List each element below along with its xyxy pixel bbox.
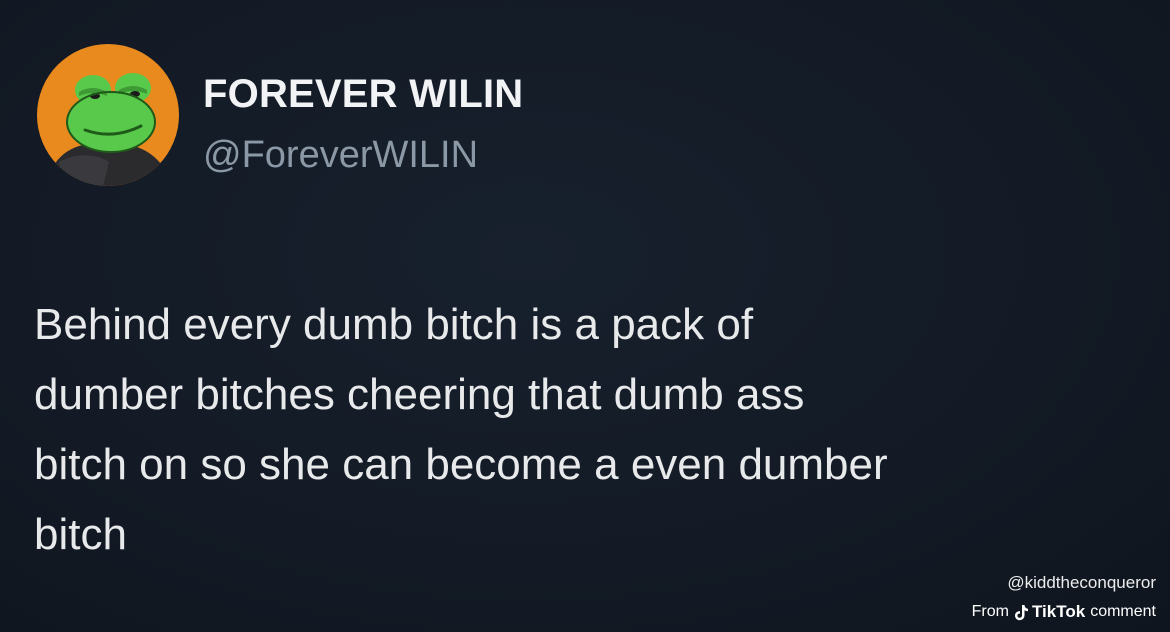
watermark-brand: TikTok — [1014, 602, 1085, 622]
watermark-source-line: From TikTok comment — [972, 602, 1156, 622]
tiktok-note-icon — [1014, 604, 1029, 621]
watermark-brand-label: TikTok — [1031, 602, 1086, 621]
tweet-text: Behind every dumb bitch is a pack of dum… — [34, 290, 1134, 570]
tweet-text-line: Behind every dumb bitch is a pack of — [34, 300, 754, 349]
tweet-text-line: bitch — [34, 510, 127, 559]
display-name[interactable]: FOREVER WILIN — [203, 72, 523, 117]
tiktok-watermark: @kiddtheconqueror From TikTok comment — [972, 572, 1156, 622]
watermark-from-label: From — [971, 603, 1009, 620]
tweet-text-line: dumber bitches cheering that dumb ass — [34, 370, 805, 419]
user-handle[interactable]: @ForeverWILIN — [203, 134, 478, 177]
watermark-username: @kiddtheconqueror — [1007, 573, 1156, 592]
tweet-text-line: bitch on so she can become a even dumber — [34, 440, 888, 489]
profile-avatar[interactable] — [37, 44, 179, 186]
frog-avatar-icon — [47, 73, 171, 186]
watermark-suffix: comment — [1090, 603, 1156, 620]
tweet-screenshot: FOREVER WILIN @ForeverWILIN Behind every… — [0, 0, 1170, 632]
